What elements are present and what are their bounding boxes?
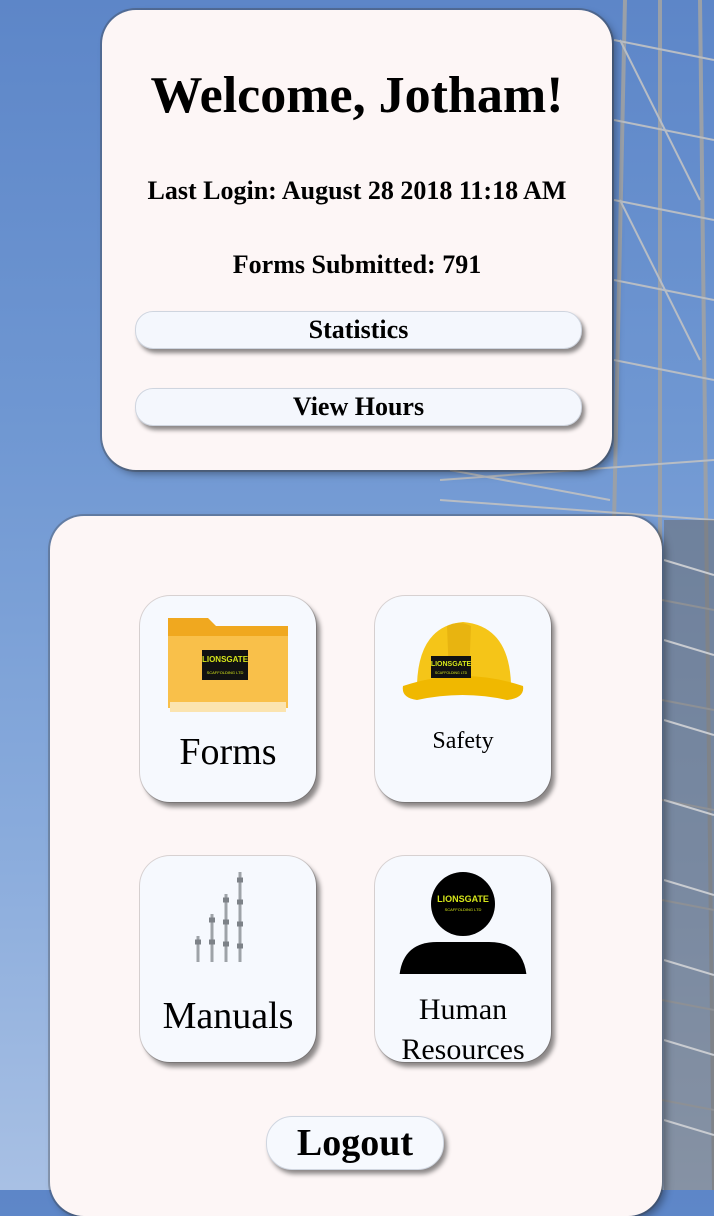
lionsgate-logo-subtext: SCAFFOLDING LTD xyxy=(435,671,468,675)
last-login-text: Last Login: August 28 2018 11:18 AM xyxy=(147,176,567,205)
human-resources-label-line1: Human xyxy=(418,993,508,1026)
human-resources-tile[interactable]: LIONSGATE SCAFFOLDING LTD Human Resource… xyxy=(375,856,551,1066)
forms-label: Forms xyxy=(179,731,277,773)
view-hours-button[interactable]: View Hours xyxy=(135,388,582,426)
menu-card: LIONSGATE SCAFFOLDING LTD Forms LIONSGAT… xyxy=(50,516,662,1216)
lionsgate-logo-text: LIONSGATE xyxy=(431,661,472,668)
lionsgate-logo-text: LIONSGATE xyxy=(202,655,249,664)
safety-tile[interactable]: LIONSGATE SCAFFOLDING LTD Safety xyxy=(375,596,551,802)
welcome-card: Welcome, Jotham! Last Login: August 28 2… xyxy=(102,10,612,470)
statistics-button[interactable]: Statistics xyxy=(135,311,582,349)
lionsgate-logo-subtext: SCAFFOLDING LTD xyxy=(445,907,482,912)
scaffold-poles-icon xyxy=(195,872,243,962)
lionsgate-logo-subtext: SCAFFOLDING LTD xyxy=(207,670,244,675)
logout-button[interactable]: Logout xyxy=(266,1116,444,1170)
human-resources-label-line2: Resources xyxy=(401,1033,525,1066)
person-icon: LIONSGATE SCAFFOLDING LTD xyxy=(399,872,527,974)
lionsgate-logo-text: LIONSGATE xyxy=(437,894,489,904)
manuals-label: Manuals xyxy=(162,995,294,1037)
safety-label: Safety xyxy=(432,728,494,754)
forms-tile[interactable]: LIONSGATE SCAFFOLDING LTD Forms xyxy=(140,596,316,802)
hard-hat-icon: LIONSGATE SCAFFOLDING LTD xyxy=(402,622,524,700)
forms-submitted-count: Forms Submitted: 791 xyxy=(232,250,482,279)
human-resources-label: Human Resources xyxy=(375,990,551,1070)
manuals-tile[interactable]: Manuals xyxy=(140,856,316,1062)
welcome-title: Welcome, Jotham! xyxy=(150,67,564,124)
folder-icon: LIONSGATE SCAFFOLDING LTD xyxy=(168,618,288,712)
